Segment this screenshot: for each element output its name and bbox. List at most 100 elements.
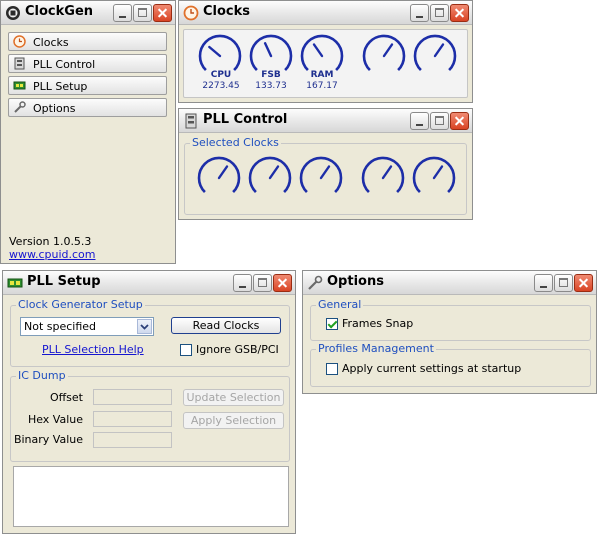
ram-gauge-value: 167.17	[306, 81, 338, 91]
gauge-arc	[361, 156, 405, 194]
chevron-down-icon	[140, 324, 149, 330]
close-button[interactable]	[450, 4, 469, 22]
nav-label: PLL Control	[33, 58, 96, 71]
gauge-needle	[381, 165, 393, 180]
gauge-arc	[362, 34, 406, 72]
group-legend: Clock Generator Setup	[16, 298, 145, 311]
options-titlebar[interactable]: Options	[303, 271, 596, 295]
pll-control-icon	[185, 113, 197, 129]
gauge-arc	[248, 156, 292, 194]
update-selection-button[interactable]: Update Selection	[183, 389, 284, 406]
close-button[interactable]	[273, 274, 292, 292]
hex-value-field[interactable]	[93, 411, 172, 427]
minimize-button[interactable]	[410, 112, 429, 130]
log-textarea[interactable]	[13, 466, 289, 527]
minimize-button[interactable]	[233, 274, 252, 292]
ram-gauge-label: RAM	[310, 70, 334, 80]
chip-icon	[7, 278, 23, 288]
pll-selection-help-link[interactable]: PLL Selection Help	[42, 343, 144, 356]
dropdown-arrow-button[interactable]	[137, 319, 152, 334]
gauge-arc	[198, 34, 242, 72]
apply-selection-button[interactable]: Apply Selection	[183, 412, 284, 429]
binary-value-field[interactable]	[93, 432, 172, 448]
gauge-needle	[433, 43, 445, 58]
selected-gauge-1	[197, 156, 241, 194]
gauge-arc	[249, 34, 293, 72]
window-title: Clocks	[203, 4, 251, 19]
frames-snap-label: Frames Snap	[342, 317, 414, 330]
gauge-needle	[208, 45, 222, 58]
pll-control-window: PLL Control Selected Clocks	[178, 108, 473, 220]
group-legend: IC Dump	[16, 369, 68, 382]
group-legend: Profiles Management	[316, 342, 436, 355]
pll-setup-titlebar[interactable]: PLL Setup	[3, 271, 295, 295]
website-link[interactable]: www.cpuid.com	[9, 248, 96, 261]
selected-gauge-3	[299, 156, 343, 194]
maximize-button[interactable]	[430, 112, 449, 130]
gauge-arc	[299, 156, 343, 194]
general-group: General Frames Snap	[310, 298, 591, 341]
clocks-gauge-panel: CPU 2273.45 FSB 133.73 RAM 167.17	[183, 29, 468, 98]
fsb-gauge-value: 133.73	[255, 81, 287, 91]
maximize-button[interactable]	[430, 4, 449, 22]
group-legend: Selected Clocks	[190, 136, 281, 149]
close-button[interactable]	[574, 274, 593, 292]
gauge-arc	[413, 34, 457, 72]
gauge-5	[413, 34, 457, 72]
nav-clocks-button[interactable]: Clocks	[8, 32, 167, 51]
maximize-button[interactable]	[133, 4, 152, 22]
pll-control-icon	[14, 57, 25, 70]
clock-generator-select[interactable]: Not specified	[20, 317, 154, 336]
ignore-gsb-label: Ignore GSB/PCI	[196, 343, 279, 356]
hex-value-label: Hex Value	[27, 413, 83, 426]
gauge-needle	[268, 165, 280, 180]
gauge-needle	[319, 165, 331, 180]
frames-snap-checkbox[interactable]	[326, 318, 338, 330]
cpu-gauge-label: CPU	[210, 70, 232, 80]
pll-control-titlebar[interactable]: PLL Control	[179, 109, 472, 133]
close-button[interactable]	[450, 112, 469, 130]
window-title: PLL Setup	[27, 274, 101, 289]
maximize-button[interactable]	[554, 274, 573, 292]
apply-startup-checkbox[interactable]	[326, 363, 338, 375]
selected-gauge-2	[248, 156, 292, 194]
nav-label: Clocks	[33, 36, 69, 49]
window-title: Options	[327, 274, 384, 289]
maximize-button[interactable]	[253, 274, 272, 292]
options-window: Options General Frames Snap Profiles Man…	[302, 270, 597, 394]
clock-icon	[13, 35, 26, 48]
cpu-gauge-value: 2273.45	[202, 81, 240, 91]
clock-generator-group: Clock Generator Setup Not specified Read…	[10, 298, 290, 367]
gauge-4	[362, 34, 406, 72]
nav-pll-setup-button[interactable]: PLL Setup	[8, 76, 167, 95]
nav-pll-control-button[interactable]: PLL Control	[8, 54, 167, 73]
minimize-button[interactable]	[113, 4, 132, 22]
nav-label: PLL Setup	[33, 80, 88, 93]
nav-options-button[interactable]: Options	[8, 98, 167, 117]
read-clocks-button[interactable]: Read Clocks	[171, 317, 281, 334]
clocks-titlebar[interactable]: Clocks	[179, 1, 472, 25]
gauge-arc	[300, 34, 344, 72]
cpuid-logo-icon	[6, 6, 20, 20]
apply-startup-label: Apply current settings at startup	[342, 362, 522, 375]
window-title: PLL Control	[203, 112, 288, 127]
gauge-needle	[382, 43, 394, 58]
selected-gauge-5	[412, 156, 456, 194]
gauge-needle	[217, 165, 229, 180]
offset-field[interactable]	[93, 389, 172, 405]
gauge-arc	[412, 156, 456, 194]
wrench-icon	[308, 275, 323, 290]
chip-icon	[13, 81, 26, 90]
minimize-button[interactable]	[534, 274, 553, 292]
close-button[interactable]	[153, 4, 172, 22]
select-value: Not specified	[24, 320, 97, 333]
offset-label: Offset	[49, 391, 83, 404]
gauge-needle	[432, 165, 444, 180]
fsb-gauge-label: FSB	[261, 70, 281, 80]
gauge-needle	[312, 43, 324, 58]
gauge-arc	[197, 156, 241, 194]
clockgen-titlebar[interactable]: ClockGen	[1, 1, 175, 25]
selected-clocks-group: Selected Clocks	[184, 136, 467, 215]
ignore-gsb-checkbox[interactable]	[180, 344, 192, 356]
minimize-button[interactable]	[410, 4, 429, 22]
